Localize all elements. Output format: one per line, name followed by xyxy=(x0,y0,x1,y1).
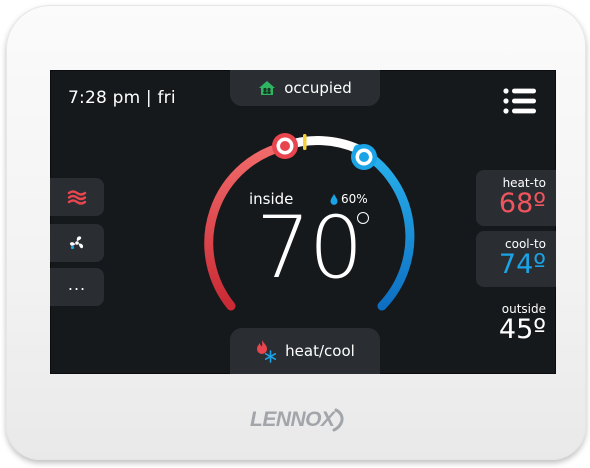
heat-to-value: 68º xyxy=(498,188,546,219)
outside-temperature: outside 45º xyxy=(476,302,556,344)
lennox-logo: LENNOX xyxy=(250,408,344,432)
time-day-display: 7:28 pm | fri xyxy=(68,88,176,108)
cool-to-card[interactable]: cool-to 74º xyxy=(476,231,556,287)
heat-cool-icon xyxy=(257,340,277,363)
heat-waves-icon xyxy=(67,190,87,205)
mode-button[interactable]: heat/cool xyxy=(230,328,380,374)
heat-mode-button[interactable] xyxy=(50,178,104,216)
svg-text:LENNOX: LENNOX xyxy=(250,408,337,431)
occupancy-label: occupied xyxy=(284,79,352,97)
heat-setpoint-handle[interactable] xyxy=(272,133,298,159)
home-icon xyxy=(259,81,276,95)
more-icon: ... xyxy=(67,274,87,294)
mode-label: heat/cool xyxy=(285,342,355,360)
thermostat-screen: 7:28 pm | fri occupied ... inside 60% 70… xyxy=(50,70,556,374)
cool-setpoint-handle[interactable] xyxy=(351,144,377,170)
outside-value: 45º xyxy=(498,314,546,345)
inside-temperature: 70 xyxy=(256,198,363,298)
cool-arc xyxy=(353,144,415,311)
fan-button[interactable] xyxy=(50,224,104,262)
heat-to-card[interactable]: heat-to 68º xyxy=(476,170,556,226)
fan-icon xyxy=(69,236,84,250)
more-button[interactable]: ... xyxy=(50,268,104,306)
occupancy-button[interactable]: occupied xyxy=(230,70,380,106)
degree-symbol xyxy=(357,212,369,224)
cool-to-value: 74º xyxy=(498,249,546,280)
current-temp-marker xyxy=(303,134,307,150)
menu-icon[interactable] xyxy=(502,86,536,116)
